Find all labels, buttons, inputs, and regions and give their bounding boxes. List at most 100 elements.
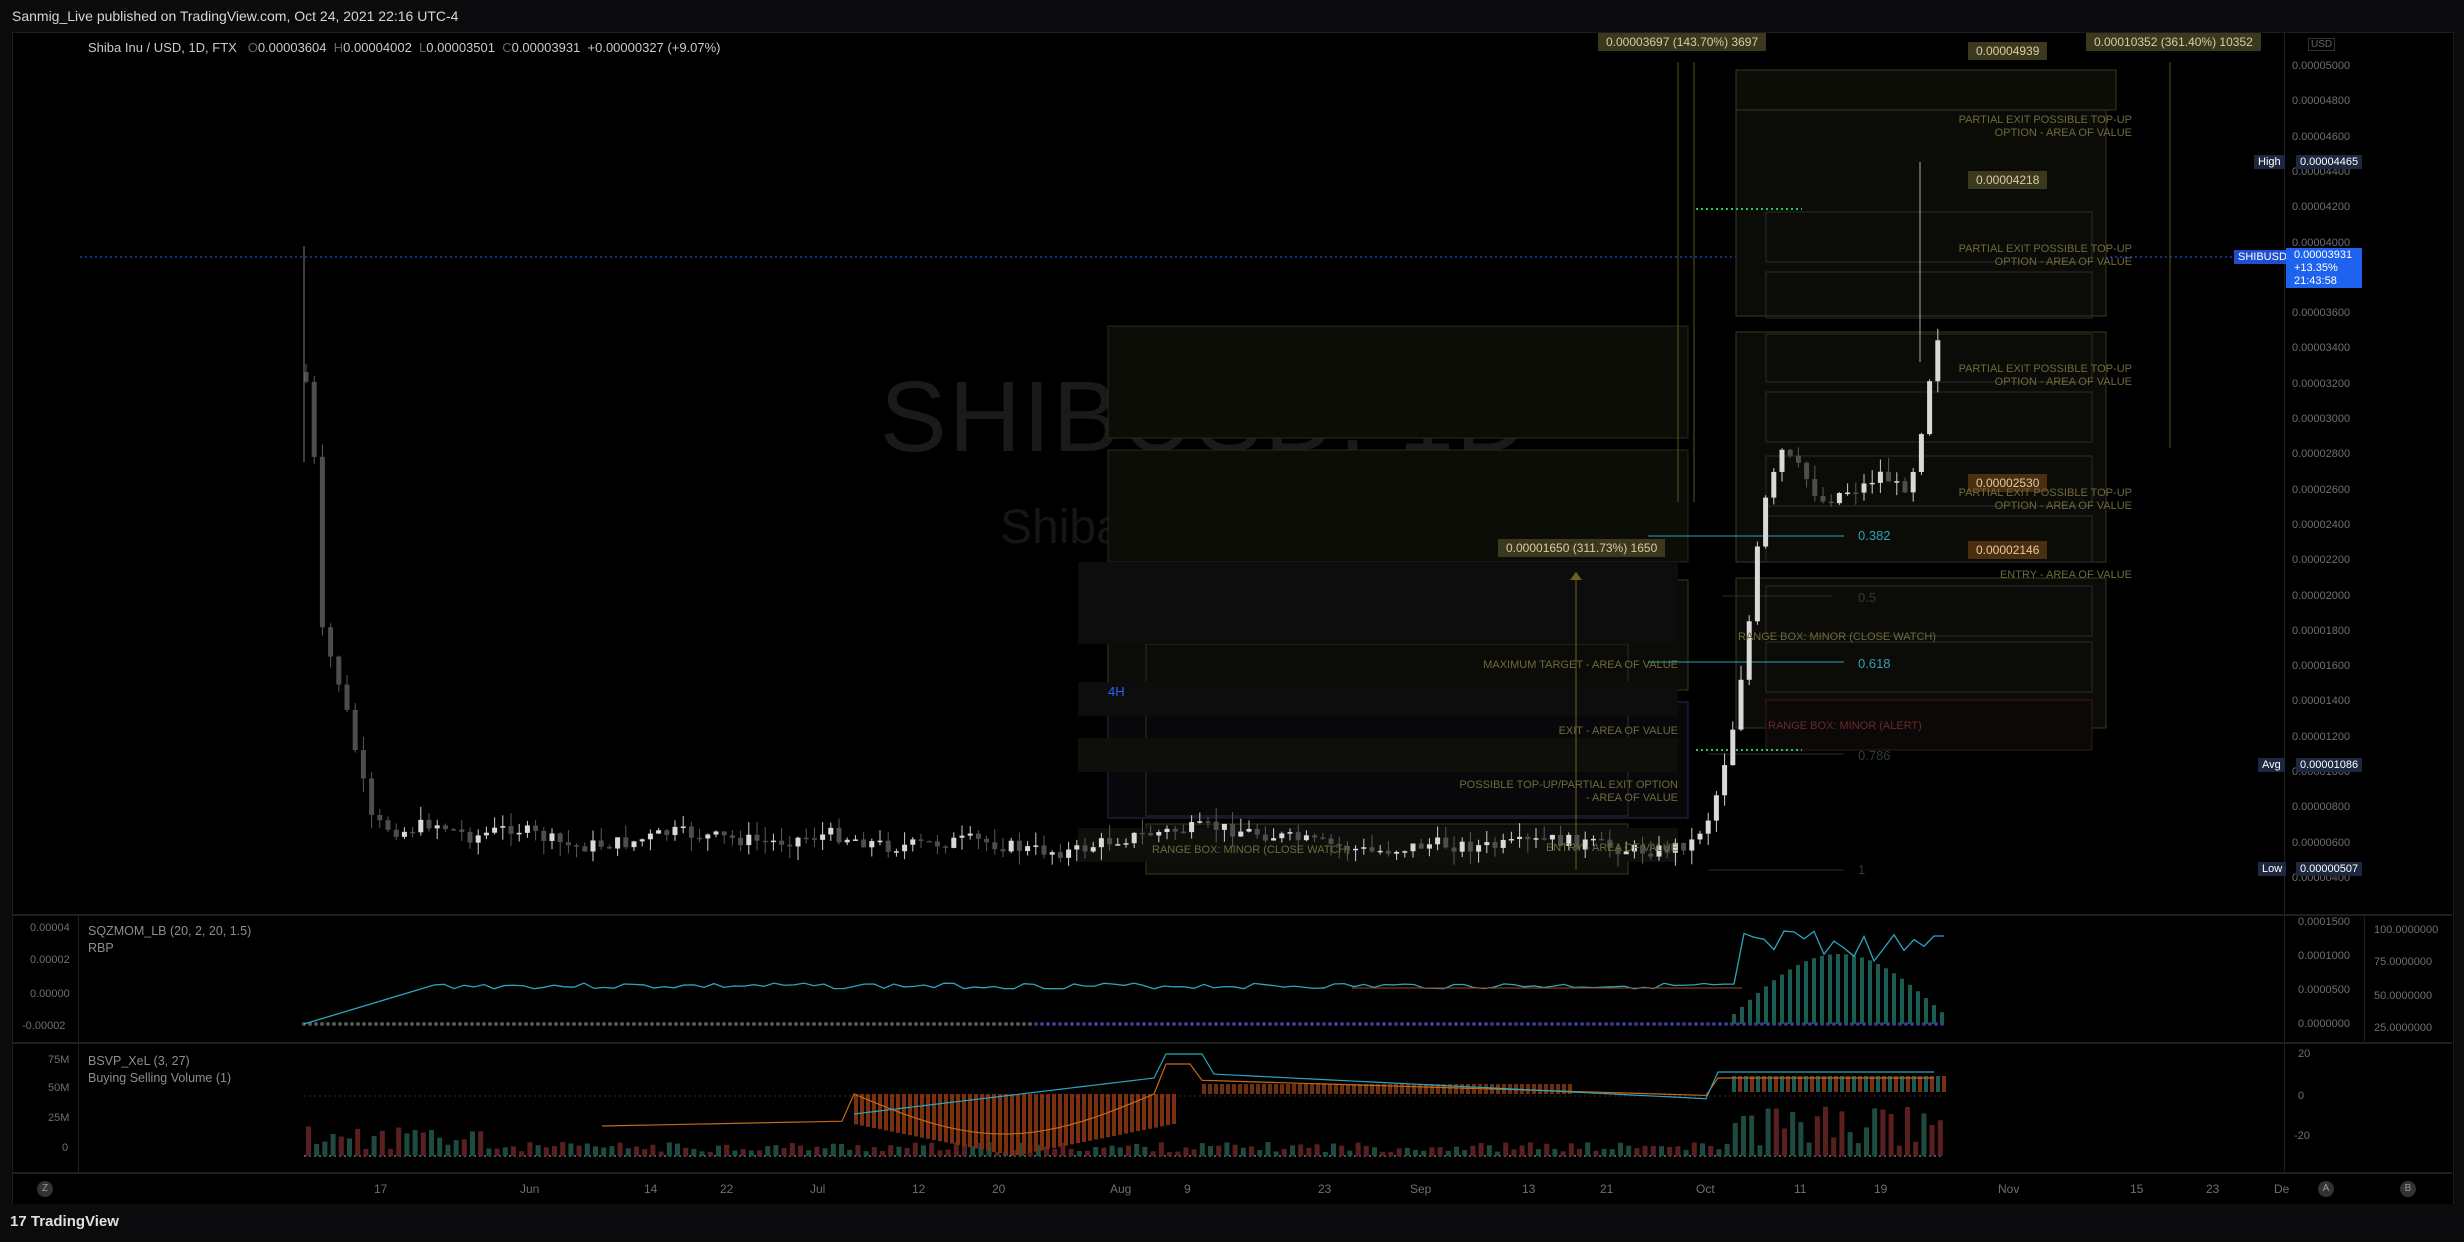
pressure-bar xyxy=(1028,1094,1032,1153)
squeeze-dot xyxy=(1064,1022,1068,1026)
squeeze-dot xyxy=(1196,1022,1200,1026)
candle-body xyxy=(1074,845,1080,850)
auto-scale-button[interactable]: A xyxy=(2318,1181,2334,1197)
squeeze-dot xyxy=(650,1022,654,1026)
price-axis[interactable]: USD 0.00005000 0.00004800 0.00004600 0.0000… xyxy=(2234,32,2364,914)
pressure-bar xyxy=(1262,1084,1266,1094)
price-tick: 0.00000600 xyxy=(2292,836,2351,849)
squeeze-dot xyxy=(1928,1022,1932,1026)
squeeze-dot xyxy=(434,1022,438,1026)
volume-bar xyxy=(1175,1151,1181,1156)
pressure-bar xyxy=(896,1094,900,1133)
scale-mode-button[interactable]: B xyxy=(2400,1181,2416,1197)
price-tag-2[interactable]: 0.00004218 xyxy=(1968,171,2048,189)
price-chart[interactable] xyxy=(12,32,2284,914)
squeeze-dot xyxy=(1568,1022,1572,1026)
volume-bar xyxy=(1167,1151,1172,1156)
volume-bar xyxy=(1306,1147,1312,1156)
volume-bar xyxy=(420,1132,426,1156)
squeeze-dot xyxy=(1472,1022,1476,1026)
pressure-bar xyxy=(980,1094,984,1150)
volume-bar xyxy=(912,1142,918,1156)
zone-box xyxy=(1107,325,1689,439)
squeeze-dot xyxy=(1460,1022,1464,1026)
volume-bar xyxy=(1905,1106,1910,1156)
candle-body xyxy=(1730,729,1736,766)
squeeze-dot xyxy=(1808,1022,1812,1026)
currency-label[interactable]: USD xyxy=(2308,38,2336,51)
zone-label-topup: POSSIBLE TOP-UP/PARTIAL EXIT OPTION - ARE… xyxy=(1380,779,1678,805)
candle-body xyxy=(369,778,375,815)
price-tick: 0.00001600 xyxy=(2292,660,2351,673)
momentum-bar xyxy=(1924,998,1928,1024)
volume-bar xyxy=(1667,1146,1673,1156)
momentum-bar xyxy=(1804,961,1808,1024)
volume-bar xyxy=(1257,1150,1263,1156)
volume-bar xyxy=(1199,1143,1205,1156)
candle-body xyxy=(401,831,407,837)
zoom-button[interactable]: Z xyxy=(37,1181,53,1197)
volume-bar xyxy=(609,1146,615,1156)
time-tick: Jun xyxy=(520,1182,540,1196)
volume-bar xyxy=(576,1145,582,1156)
time-tick: 23 xyxy=(1318,1182,1332,1196)
candle-body xyxy=(770,840,776,843)
measure-tag-2[interactable]: 0.00010352 (361.40%) 10352 xyxy=(2086,33,2261,51)
squeeze-dot xyxy=(1238,1022,1242,1026)
squeeze-dot xyxy=(1100,1022,1104,1026)
pressure-bar xyxy=(1346,1084,1350,1094)
candle-body xyxy=(1156,831,1162,836)
volume-bar xyxy=(707,1151,713,1156)
tradingview-logo[interactable]: 17 TradingView xyxy=(10,1213,119,1230)
momentum-bar xyxy=(1748,999,1752,1024)
zone-label-line: OPTION - AREA OF VALUE xyxy=(1994,376,2132,388)
squeeze-dot xyxy=(1484,1022,1488,1026)
squeeze-dot xyxy=(1070,1022,1074,1026)
zone-label-4: PARTIAL EXIT POSSIBLE TOP-UP OPTION - ARE… xyxy=(1920,487,2132,513)
squeeze-dot xyxy=(638,1022,642,1026)
fib-618-label: 0.618 xyxy=(1858,656,1891,671)
squeeze-dot xyxy=(1118,1022,1122,1026)
squeeze-dot xyxy=(986,1022,990,1026)
price-tag-1[interactable]: 0.00004939 xyxy=(1968,42,2048,60)
squeeze-dot xyxy=(566,1022,570,1026)
volume-bar xyxy=(1593,1150,1599,1156)
volume-bar xyxy=(1782,1128,1787,1156)
time-axis[interactable]: 17 Jun 14 22 Jul 12 20 Aug 9 23 Sep 13 21 Oct 11 19 Nov 1… xyxy=(12,1174,2289,1204)
squeeze-dot xyxy=(914,1022,918,1026)
volume-bar xyxy=(1724,1143,1730,1156)
pressure-bar xyxy=(962,1094,966,1146)
candle-body xyxy=(336,656,342,685)
squeeze-dot xyxy=(470,1022,474,1026)
squeeze-dot xyxy=(848,1022,852,1026)
squeeze-dot xyxy=(764,1022,768,1026)
candle-body xyxy=(1164,828,1170,832)
pressure-bar xyxy=(944,1094,948,1143)
volume-bar xyxy=(666,1142,672,1156)
measure-tag-1[interactable]: 0.00003697 (143.70%) 3697 xyxy=(1598,33,1767,51)
candle-body xyxy=(861,839,867,848)
zone-label-line: PARTIAL EXIT POSSIBLE TOP-UP xyxy=(1958,487,2132,499)
candle-body xyxy=(1877,471,1883,483)
indicator1-far-axis: 100.0000000 75.0000000 50.0000000 25.000… xyxy=(2368,916,2452,1042)
indicator2-plot[interactable] xyxy=(12,1044,2284,1172)
volume-bar xyxy=(1642,1145,1648,1156)
candle-body xyxy=(803,837,809,840)
volume-bar xyxy=(904,1147,910,1156)
volume-bar xyxy=(1249,1146,1254,1156)
squeeze-dot xyxy=(1856,1022,1860,1026)
pressure-bar xyxy=(1058,1094,1062,1147)
measure-tag-3[interactable]: 0.00001650 (311.73%) 1650 xyxy=(1498,539,1666,557)
squeeze-dot xyxy=(1388,1022,1392,1026)
price-tag-4[interactable]: 0.00002146 xyxy=(1968,541,2048,559)
indicator1-plot[interactable] xyxy=(12,916,2284,1042)
volume-bar xyxy=(683,1147,689,1156)
volume-bar xyxy=(1142,1146,1148,1156)
squeeze-dot xyxy=(1214,1022,1218,1026)
pressure-bar xyxy=(860,1094,864,1126)
candle-body xyxy=(352,709,358,751)
candle-body xyxy=(1148,832,1154,836)
squeeze-dot xyxy=(410,1022,414,1026)
momentum-bar xyxy=(1764,986,1768,1024)
volume-bar xyxy=(880,1150,885,1156)
